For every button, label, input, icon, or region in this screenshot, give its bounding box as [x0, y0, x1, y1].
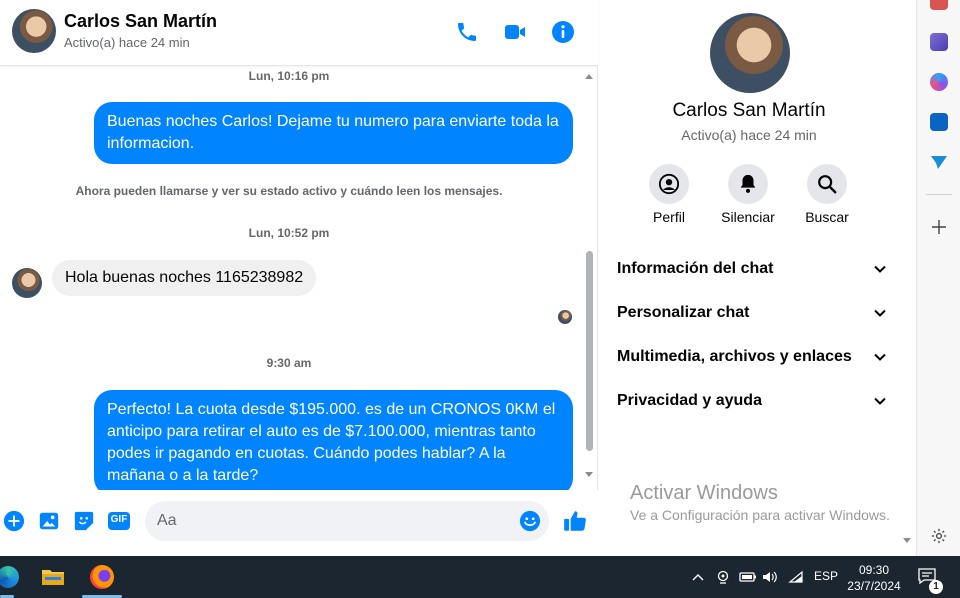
message-incoming[interactable]: Hola buenas noches 1165238982: [52, 260, 317, 296]
message-outgoing[interactable]: Buenas noches Carlos! Dejame tu numero p…: [94, 102, 573, 164]
more-actions-button[interactable]: [2, 509, 26, 533]
taskbar-firefox[interactable]: [82, 560, 122, 594]
chess-icon[interactable]: [930, 33, 948, 51]
scroll-down-arrow-icon[interactable]: [585, 472, 593, 477]
send-icon[interactable]: [930, 153, 948, 171]
section-title: Información del chat: [617, 260, 774, 277]
section-title: Personalizar chat: [617, 304, 750, 321]
conversation-info-button[interactable]: [549, 18, 577, 46]
outlook-icon[interactable]: [930, 113, 948, 131]
chevron-down-icon: [874, 309, 886, 317]
section-title: Multimedia, archivos y enlaces: [617, 348, 852, 365]
firefox-icon: [90, 565, 114, 589]
settings-icon[interactable]: [930, 527, 948, 545]
info-contact-name: Carlos San Martín: [672, 100, 826, 121]
chevron-down-icon: [874, 353, 886, 361]
chevron-up-icon[interactable]: [692, 572, 704, 582]
message-composer: GIF: [0, 490, 598, 556]
sidebar-separator: [926, 194, 952, 195]
info-icon: [552, 21, 574, 43]
taskbar-file-explorer[interactable]: [33, 560, 73, 594]
notification-count-badge: 1: [929, 580, 943, 594]
emoji-button[interactable]: [519, 510, 541, 532]
message-input[interactable]: [145, 501, 549, 541]
phone-icon: [458, 23, 476, 41]
speaker-icon[interactable]: [762, 570, 778, 584]
timestamp: 9:30 am: [266, 356, 312, 370]
info-avatar[interactable]: [710, 13, 790, 93]
contact-avatar[interactable]: [12, 9, 56, 53]
language-indicator[interactable]: ESP: [814, 569, 838, 583]
seen-indicator-avatar: [558, 310, 572, 324]
section-title: Privacidad y ayuda: [617, 392, 762, 409]
wifi-icon[interactable]: [788, 570, 804, 584]
image-icon: [39, 512, 59, 530]
contact-name[interactable]: Carlos San Martín: [64, 11, 217, 32]
info-scroll-down-arrow-icon[interactable]: [903, 538, 911, 543]
sticker-button[interactable]: [72, 509, 96, 533]
scroll-up-arrow-icon[interactable]: [585, 74, 593, 79]
add-icon[interactable]: [930, 218, 948, 236]
webcam-icon[interactable]: [716, 570, 730, 584]
video-call-button[interactable]: [501, 18, 529, 46]
chat-header: Carlos San Martín Activo(a) hace 24 min: [0, 0, 598, 66]
file-explorer-icon: [42, 570, 64, 585]
profile-button[interactable]: Perfil: [629, 164, 709, 225]
activation-watermark-title: Activar Windows: [630, 482, 778, 504]
contact-status: Activo(a) hace 24 min: [64, 35, 190, 50]
attach-image-button[interactable]: [37, 509, 61, 533]
mute-button[interactable]: Silenciar: [708, 164, 788, 225]
clock-date[interactable]: 23/7/2024: [840, 579, 908, 593]
gif-button[interactable]: GIF: [107, 509, 131, 533]
profile-label: Perfil: [653, 209, 685, 225]
chat-scroll-thumb[interactable]: [586, 251, 593, 451]
bell-icon: [740, 174, 756, 193]
mute-action-circle[interactable]: [728, 164, 768, 204]
profile-action-circle[interactable]: [649, 164, 689, 204]
call-button[interactable]: [453, 18, 481, 46]
conversation-info-pane: Carlos San Martín Activo(a) hace 24 min …: [599, 0, 915, 556]
info-contact-status: Activo(a) hace 24 min: [681, 127, 817, 143]
app-window: Carlos San Martín Activo(a) hace 24 min …: [0, 0, 960, 598]
search-icon: [818, 175, 837, 194]
taskbar-edge[interactable]: [0, 560, 28, 594]
contact-avatar-small: [12, 268, 42, 298]
section-privacy-support[interactable]: Privacidad y ayuda: [617, 386, 887, 416]
video-camera-icon: [505, 25, 525, 39]
chat-scrollbar[interactable]: [583, 66, 595, 490]
chevron-down-icon: [874, 265, 886, 273]
toolbox-icon[interactable]: [930, 0, 948, 10]
plus-icon: [3, 510, 25, 532]
message-outgoing[interactable]: Perfecto! La cuota desde $195.000. es de…: [94, 390, 573, 490]
sticker-icon: [74, 511, 94, 531]
chat-pane: Carlos San Martín Activo(a) hace 24 min …: [0, 0, 598, 556]
activation-watermark-subtitle: Ve a Configuración para activar Windows.: [630, 507, 890, 523]
chevron-down-icon: [874, 397, 886, 405]
search-action-circle[interactable]: [807, 164, 847, 204]
copilot-icon[interactable]: [930, 73, 948, 91]
mute-label: Silenciar: [721, 209, 775, 225]
battery-icon[interactable]: [739, 571, 757, 583]
section-media-files-links[interactable]: Multimedia, archivos y enlaces: [617, 342, 887, 372]
browser-edge-sidebar: [916, 0, 960, 556]
timestamp: Lun, 10:16 pm: [248, 69, 330, 83]
emoji-icon: [519, 510, 541, 532]
thumbs-up-icon: [564, 511, 586, 531]
edge-icon: [0, 566, 19, 588]
section-customize-chat[interactable]: Personalizar chat: [617, 298, 887, 328]
profile-icon: [658, 173, 680, 195]
windows-taskbar: ESP 09:30 23/7/2024 1: [0, 556, 960, 598]
gif-label: GIF: [110, 514, 128, 525]
clock-time[interactable]: 09:30: [846, 563, 902, 577]
search-label: Buscar: [805, 209, 849, 225]
timestamp: Lun, 10:52 pm: [248, 226, 330, 240]
section-chat-info[interactable]: Información del chat: [617, 254, 887, 284]
search-button[interactable]: Buscar: [787, 164, 867, 225]
like-button[interactable]: [562, 508, 588, 534]
connection-notice: Ahora pueden llamarse y ver su estado ac…: [75, 184, 503, 198]
message-list[interactable]: Lun, 10:16 pm Buenas noches Carlos! Deja…: [0, 66, 598, 490]
